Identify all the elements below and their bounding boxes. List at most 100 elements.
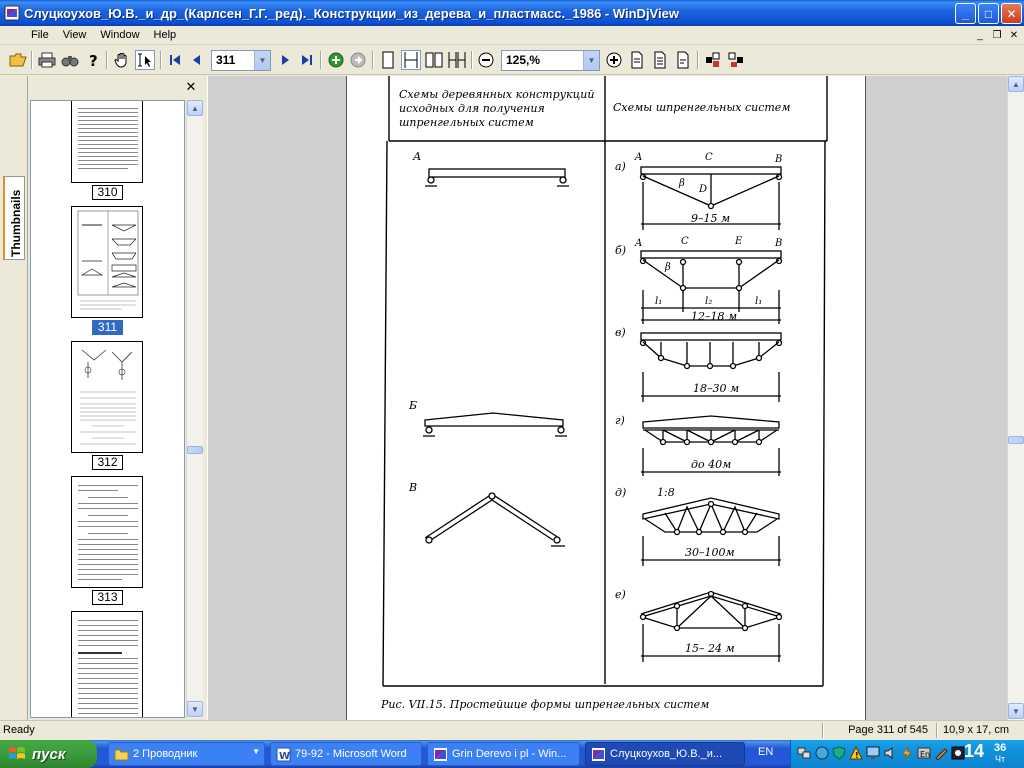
- fit-page-icon[interactable]: [627, 50, 647, 70]
- actual-size-icon[interactable]: [673, 50, 693, 70]
- clock-weekday: Чт: [995, 754, 1006, 764]
- window-title: Слуцкоухов_Ю.В._и_др_(Карлсен_Г.Г._ред).…: [24, 5, 679, 21]
- page-thumbnail[interactable]: [71, 476, 143, 588]
- close-button[interactable]: ✕: [1001, 3, 1022, 24]
- thumbnails-list[interactable]: 310 311 312 313: [30, 100, 185, 718]
- menu-help[interactable]: Help: [147, 29, 184, 41]
- layer-mode-icon[interactable]: [726, 50, 746, 70]
- windows-flag-icon: [9, 747, 25, 759]
- start-label: пуск: [32, 745, 66, 763]
- thumbnails-scrollbar[interactable]: ▲ ▼: [186, 100, 203, 718]
- zoom-out-icon[interactable]: [476, 50, 496, 70]
- clock-hour[interactable]: 14: [964, 741, 984, 762]
- chevron-down-icon[interactable]: ▼: [583, 51, 599, 70]
- thumbnail-page-number-selected[interactable]: 311: [92, 320, 123, 335]
- warning-icon[interactable]: !: [849, 746, 863, 760]
- page-thumbnail[interactable]: [71, 611, 143, 717]
- left-label-b: Б: [408, 399, 417, 412]
- scroll-down-icon[interactable]: ▼: [187, 701, 203, 717]
- maximize-button[interactable]: □: [978, 3, 999, 24]
- task-word[interactable]: W 79-92 - Microsoft Word: [270, 742, 422, 766]
- zoom-in-icon[interactable]: [604, 50, 624, 70]
- keyboard-layout-icon[interactable]: En: [917, 746, 931, 760]
- continuous-page-icon[interactable]: [401, 50, 421, 70]
- scheme-a-node-b: B: [774, 154, 782, 165]
- page-thumbnail[interactable]: [71, 341, 143, 453]
- scheme-b-beta: β: [664, 262, 671, 273]
- scroll-up-icon[interactable]: ▲: [187, 100, 203, 116]
- folder-icon: [114, 749, 129, 761]
- chevron-down-icon[interactable]: ▼: [254, 51, 270, 70]
- menu-bar: File View Window Help: [0, 26, 1024, 45]
- facing-pages-icon[interactable]: [424, 50, 444, 70]
- tool-icon[interactable]: [934, 746, 948, 760]
- hand-tool-icon[interactable]: [112, 50, 132, 70]
- fit-width-icon[interactable]: [650, 50, 670, 70]
- language-indicator[interactable]: EN: [758, 746, 773, 758]
- task-label: Grin Derevo i pl - Win...: [452, 748, 567, 760]
- thumbnail-page-number[interactable]: 310: [92, 185, 123, 200]
- monitor-icon[interactable]: [866, 746, 880, 760]
- display-mode-icon[interactable]: [703, 50, 723, 70]
- close-panel-icon[interactable]: ✕: [184, 79, 198, 94]
- windjview-app-icon: [592, 748, 605, 761]
- task-windjview-active[interactable]: Слуцкоухов_Ю.В._и...: [585, 742, 745, 766]
- document-view[interactable]: Схемы деревянных конструкций исходных дл…: [207, 76, 1007, 720]
- find-binoculars-icon[interactable]: [60, 50, 80, 70]
- page-number-combo[interactable]: 311 ▼: [211, 50, 271, 71]
- thumbnail-page-number[interactable]: 313: [92, 590, 123, 605]
- toolbar-separator: [160, 51, 162, 69]
- history-forward-icon[interactable]: [348, 50, 368, 70]
- thumbnails-tab[interactable]: Thumbnails: [3, 176, 25, 260]
- security-shield-icon[interactable]: [832, 746, 846, 760]
- scheme-d-dim: до 40м: [691, 458, 731, 471]
- scroll-up-icon[interactable]: ▲: [1008, 76, 1024, 92]
- window-titlebar[interactable]: Слуцкоухов_Ю.В._и_др_(Карлсен_Г.Г._ред).…: [0, 0, 1024, 26]
- messenger-icon[interactable]: [815, 746, 829, 760]
- scrollbar-thumb[interactable]: [187, 446, 203, 454]
- scheme-a-d: D: [698, 184, 707, 195]
- previous-page-icon[interactable]: [187, 50, 207, 70]
- task-explorer[interactable]: 2 Проводник ▼: [108, 742, 265, 766]
- flash-icon[interactable]: [900, 746, 914, 760]
- menu-view[interactable]: View: [56, 29, 94, 41]
- mdi-restore-button[interactable]: ❐: [989, 28, 1005, 42]
- scheme-b-l1-left: l₁: [655, 296, 662, 307]
- start-button[interactable]: пуск: [0, 740, 97, 768]
- menu-window[interactable]: Window: [93, 29, 146, 41]
- task-label: Слуцкоухов_Ю.В._и...: [610, 748, 723, 760]
- record-icon[interactable]: [951, 746, 965, 760]
- mdi-minimize-button[interactable]: _: [972, 28, 988, 42]
- page-thumbnail[interactable]: [71, 101, 143, 183]
- print-icon[interactable]: [37, 50, 57, 70]
- document-page: Схемы деревянных конструкций исходных дл…: [346, 76, 866, 720]
- next-page-icon[interactable]: [275, 50, 295, 70]
- header-right: Схемы шпренгельных систем: [613, 101, 790, 114]
- document-scrollbar[interactable]: ▲ ▼: [1007, 76, 1024, 720]
- status-divider: [936, 723, 938, 738]
- zoom-combo[interactable]: 125,% ▼: [501, 50, 600, 71]
- network-icon[interactable]: [797, 746, 811, 760]
- scroll-down-icon[interactable]: ▼: [1008, 703, 1024, 719]
- help-icon[interactable]: ?: [83, 50, 103, 70]
- continuous-facing-icon[interactable]: [447, 50, 467, 70]
- menu-file[interactable]: File: [24, 29, 56, 41]
- mdi-close-button[interactable]: ✕: [1006, 28, 1022, 42]
- figure-caption: Рис. VII.15. Простейшие формы шпренгельн…: [380, 698, 709, 711]
- toolbar-separator: [372, 51, 374, 69]
- scheme-a-beta: β: [678, 178, 685, 189]
- last-page-icon[interactable]: [297, 50, 317, 70]
- single-page-icon[interactable]: [378, 50, 398, 70]
- history-back-icon[interactable]: [326, 50, 346, 70]
- task-windjview-grin[interactable]: Grin Derevo i pl - Win...: [427, 742, 580, 766]
- scheme-b-node-b: B: [774, 238, 782, 249]
- first-page-icon[interactable]: [165, 50, 185, 70]
- left-label-c: В: [408, 481, 417, 494]
- open-folder-icon[interactable]: [8, 50, 28, 70]
- scrollbar-thumb[interactable]: [1008, 436, 1024, 444]
- minimize-button[interactable]: _: [955, 3, 976, 24]
- select-tool-icon[interactable]: [135, 50, 155, 70]
- page-thumbnail-selected[interactable]: [71, 206, 143, 318]
- thumbnail-page-number[interactable]: 312: [92, 455, 123, 470]
- speaker-icon[interactable]: [883, 746, 897, 760]
